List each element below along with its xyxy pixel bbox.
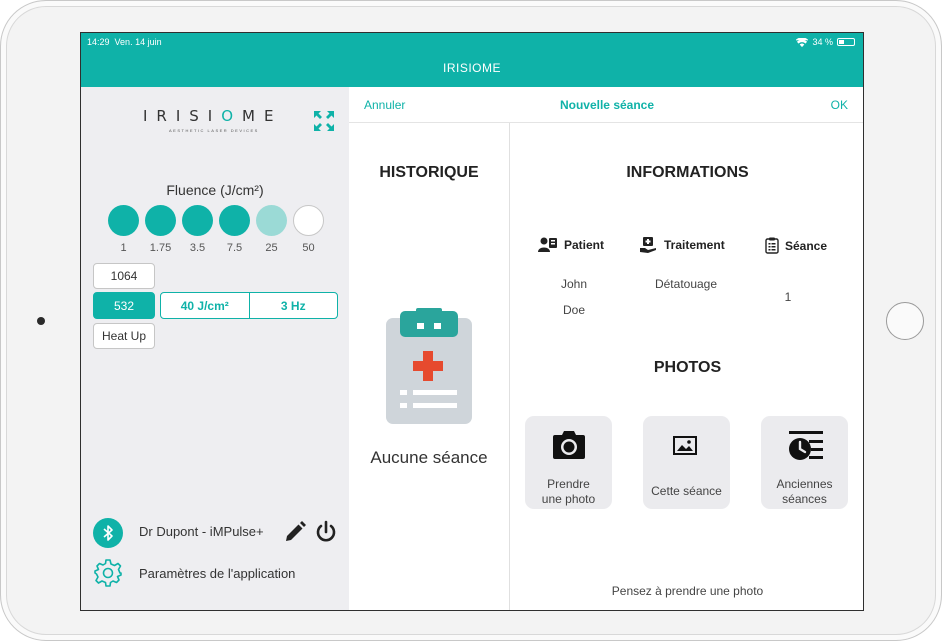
fluence-title: Fluence (J/cm²): [166, 182, 264, 198]
history-panel: HISTORIQUE Aucune séance: [349, 123, 509, 610]
fluence-value-button[interactable]: 40 J/cm²: [161, 293, 249, 318]
image-icon: [673, 436, 697, 455]
home-button[interactable]: [886, 302, 924, 340]
fluence-label: 7.5: [226, 242, 243, 254]
heat-up-button[interactable]: Heat Up: [93, 323, 155, 349]
power-icon[interactable]: [315, 520, 337, 544]
settings-link[interactable]: Paramètres de l'application: [139, 566, 295, 581]
history-empty-text: Aucune séance: [370, 448, 488, 467]
session-number: 1: [784, 290, 792, 304]
fluence-option-1[interactable]: [108, 205, 139, 236]
status-date: Ven. 14 juin: [114, 37, 162, 47]
bluetooth-icon[interactable]: [93, 518, 123, 548]
this-session-photos-button[interactable]: Cette séance: [643, 416, 730, 509]
user-label: Dr Dupont - iMPulse+: [139, 524, 264, 539]
take-photo-label-line2: une photo: [541, 492, 596, 506]
front-camera: [37, 317, 45, 325]
battery-icon: [837, 38, 855, 46]
take-photo-button[interactable]: Prendre une photo: [525, 416, 612, 509]
settings-gear-icon[interactable]: [93, 558, 123, 588]
navigation-bar: Annuler Nouvelle séance OK: [349, 87, 863, 123]
tablet-frame: 14:29 Ven. 14 juin 34 % IRISIOME IRISIOM…: [0, 0, 942, 641]
status-time: 14:29 Ven. 14 juin: [87, 37, 162, 47]
screen: 14:29 Ven. 14 juin 34 % IRISIOME IRISIOM…: [80, 32, 864, 611]
treatment-header-label: Traitement: [664, 238, 725, 252]
fluence-label: 25: [265, 242, 278, 254]
battery-percent: 34 %: [812, 37, 833, 47]
information-title: INFORMATIONS: [626, 164, 749, 181]
top-bar: 14:29 Ven. 14 juin 34 % IRISIOME: [81, 33, 863, 87]
session-header-label: Séance: [785, 238, 828, 253]
patient-first-name[interactable]: John: [510, 277, 638, 291]
wavelength-532-button[interactable]: 532: [93, 292, 155, 319]
edit-icon[interactable]: [283, 520, 307, 544]
laser-parameters: 40 J/cm² 3 Hz: [160, 292, 338, 319]
history-title: HISTORIQUE: [379, 164, 479, 181]
fluence-selector: [108, 205, 324, 236]
take-photo-label: Prendre: [547, 477, 590, 491]
nav-title: Nouvelle séance: [559, 98, 655, 112]
fluence-label: 50: [302, 242, 315, 254]
patient-header: Patient: [538, 237, 604, 253]
old-sessions-label: Anciennes: [776, 477, 833, 491]
patient-icon: [538, 237, 557, 252]
wavelength-1064-button[interactable]: 1064: [93, 263, 155, 289]
camera-icon: [553, 431, 585, 459]
patient-header-label: Patient: [564, 238, 605, 252]
status-indicators: 34 %: [796, 37, 855, 47]
fluence-label: 3.5: [189, 242, 206, 254]
fluence-labels: 1 1.75 3.5 7.5 25 50: [108, 242, 324, 254]
fluence-option-7-5[interactable]: [219, 205, 250, 236]
this-session-label: Cette séance: [651, 484, 722, 498]
photos-title: PHOTOS: [653, 359, 722, 376]
expand-icon[interactable]: [312, 109, 336, 133]
old-sessions-photos-button[interactable]: Anciennes séances: [761, 416, 848, 509]
information-panel: INFORMATIONS Patient Traitement Séance J…: [510, 123, 863, 610]
patient-last-name[interactable]: Doe: [510, 303, 638, 317]
session-clipboard-icon: [765, 237, 779, 254]
ok-button[interactable]: OK: [831, 98, 848, 112]
session-header: Séance: [765, 237, 827, 254]
app-title: IRISIOME: [442, 61, 501, 75]
treatment-icon: [640, 237, 656, 253]
treatment-header: Traitement: [640, 237, 725, 253]
wifi-icon: [796, 37, 809, 47]
brand-logo: IRISIOME: [143, 107, 283, 125]
sidebar: IRISIOME AESTHETIC LASER DEVICES Fluence…: [81, 87, 349, 610]
brand-tagline: AESTHETIC LASER DEVICES: [169, 128, 259, 133]
treatment-value[interactable]: Détatouage: [640, 277, 732, 291]
clipboard-medical-icon: [386, 308, 472, 424]
fluence-option-50[interactable]: [293, 205, 324, 236]
history-clock-icon: [789, 431, 823, 460]
photo-hint: Pensez à prendre une photo: [611, 584, 764, 598]
fluence-option-1-75[interactable]: [145, 205, 176, 236]
fluence-label: 1.75: [149, 242, 172, 254]
fluence-label: 1: [120, 242, 127, 254]
frequency-value-button[interactable]: 3 Hz: [248, 293, 338, 318]
fluence-option-25[interactable]: [256, 205, 287, 236]
fluence-option-3-5[interactable]: [182, 205, 213, 236]
old-sessions-label-line2: séances: [782, 492, 827, 506]
